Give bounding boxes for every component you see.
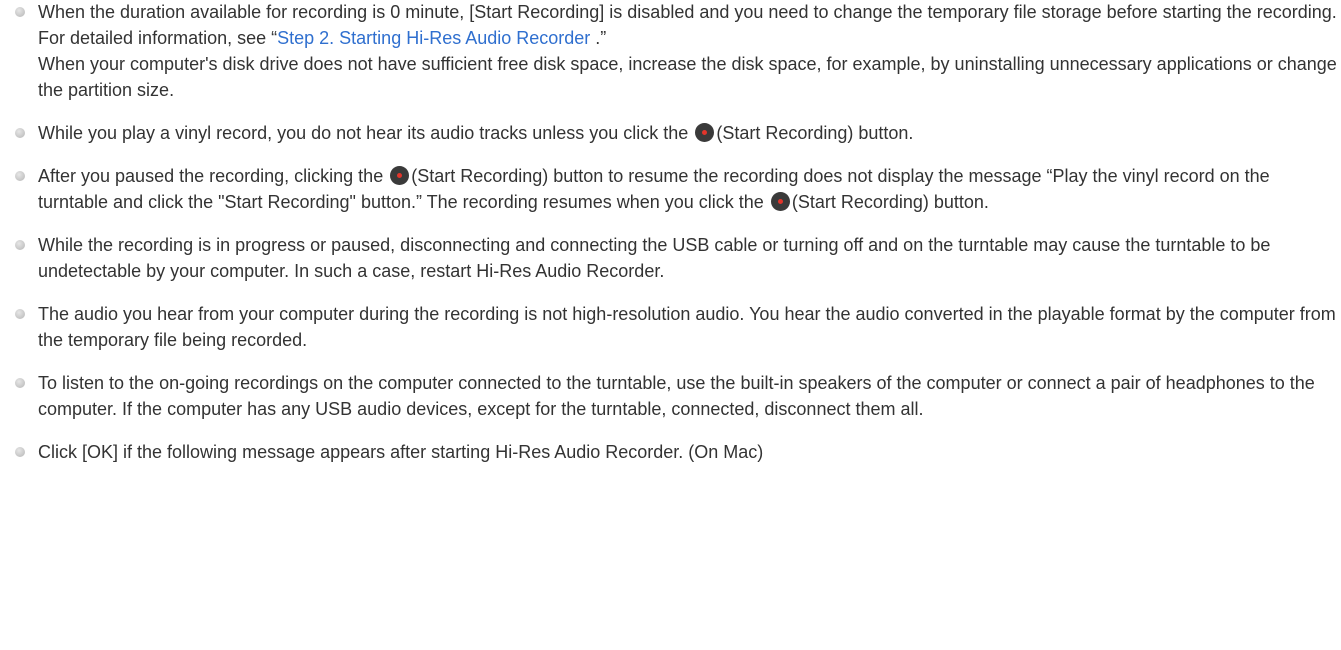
note-item: To listen to the on-going recordings on … xyxy=(0,370,1341,422)
start-recording-icon xyxy=(390,166,410,185)
note-text: The audio you hear from your computer du… xyxy=(38,304,1336,350)
note-text: When the duration available for recordin… xyxy=(38,0,1341,51)
note-text-part: (Start Recording) button. xyxy=(716,123,914,143)
note-item: When the duration available for recordin… xyxy=(0,0,1341,103)
bullet-icon xyxy=(15,128,25,138)
bullet-icon xyxy=(15,378,25,388)
note-text: When your computer's disk drive does not… xyxy=(38,54,1337,100)
note-item: Click [OK] if the following message appe… xyxy=(0,439,1341,465)
bullet-icon xyxy=(15,447,25,457)
note-item: While you play a vinyl record, you do no… xyxy=(0,120,1341,146)
note-text: While the recording is in progress or pa… xyxy=(38,235,1271,281)
note-text-part: (Start Recording) button. xyxy=(791,192,989,212)
start-recording-icon xyxy=(770,192,790,211)
start-recording-icon xyxy=(695,123,715,142)
note-text: While you play a vinyl record, you do no… xyxy=(38,120,1341,146)
note-item: While the recording is in progress or pa… xyxy=(0,232,1341,284)
step-2-link[interactable]: Step 2. Starting Hi-Res Audio Recorder xyxy=(277,28,595,48)
bullet-icon xyxy=(15,171,25,181)
bullet-icon xyxy=(15,7,25,17)
note-item: After you paused the recording, clicking… xyxy=(0,163,1341,215)
notes-list: When the duration available for recordin… xyxy=(0,0,1341,465)
note-item: The audio you hear from your computer du… xyxy=(0,301,1341,353)
note-text-part: .” xyxy=(595,28,607,48)
note-text-part: After you paused the recording, clicking… xyxy=(38,166,389,186)
bullet-icon xyxy=(15,240,25,250)
note-text: After you paused the recording, clicking… xyxy=(38,163,1341,215)
note-text: Click [OK] if the following message appe… xyxy=(38,442,764,462)
note-text-part: While you play a vinyl record, you do no… xyxy=(38,123,694,143)
note-text: To listen to the on-going recordings on … xyxy=(38,373,1315,419)
note-text-part: When the duration available for recordin… xyxy=(38,2,1337,48)
bullet-icon xyxy=(15,309,25,319)
